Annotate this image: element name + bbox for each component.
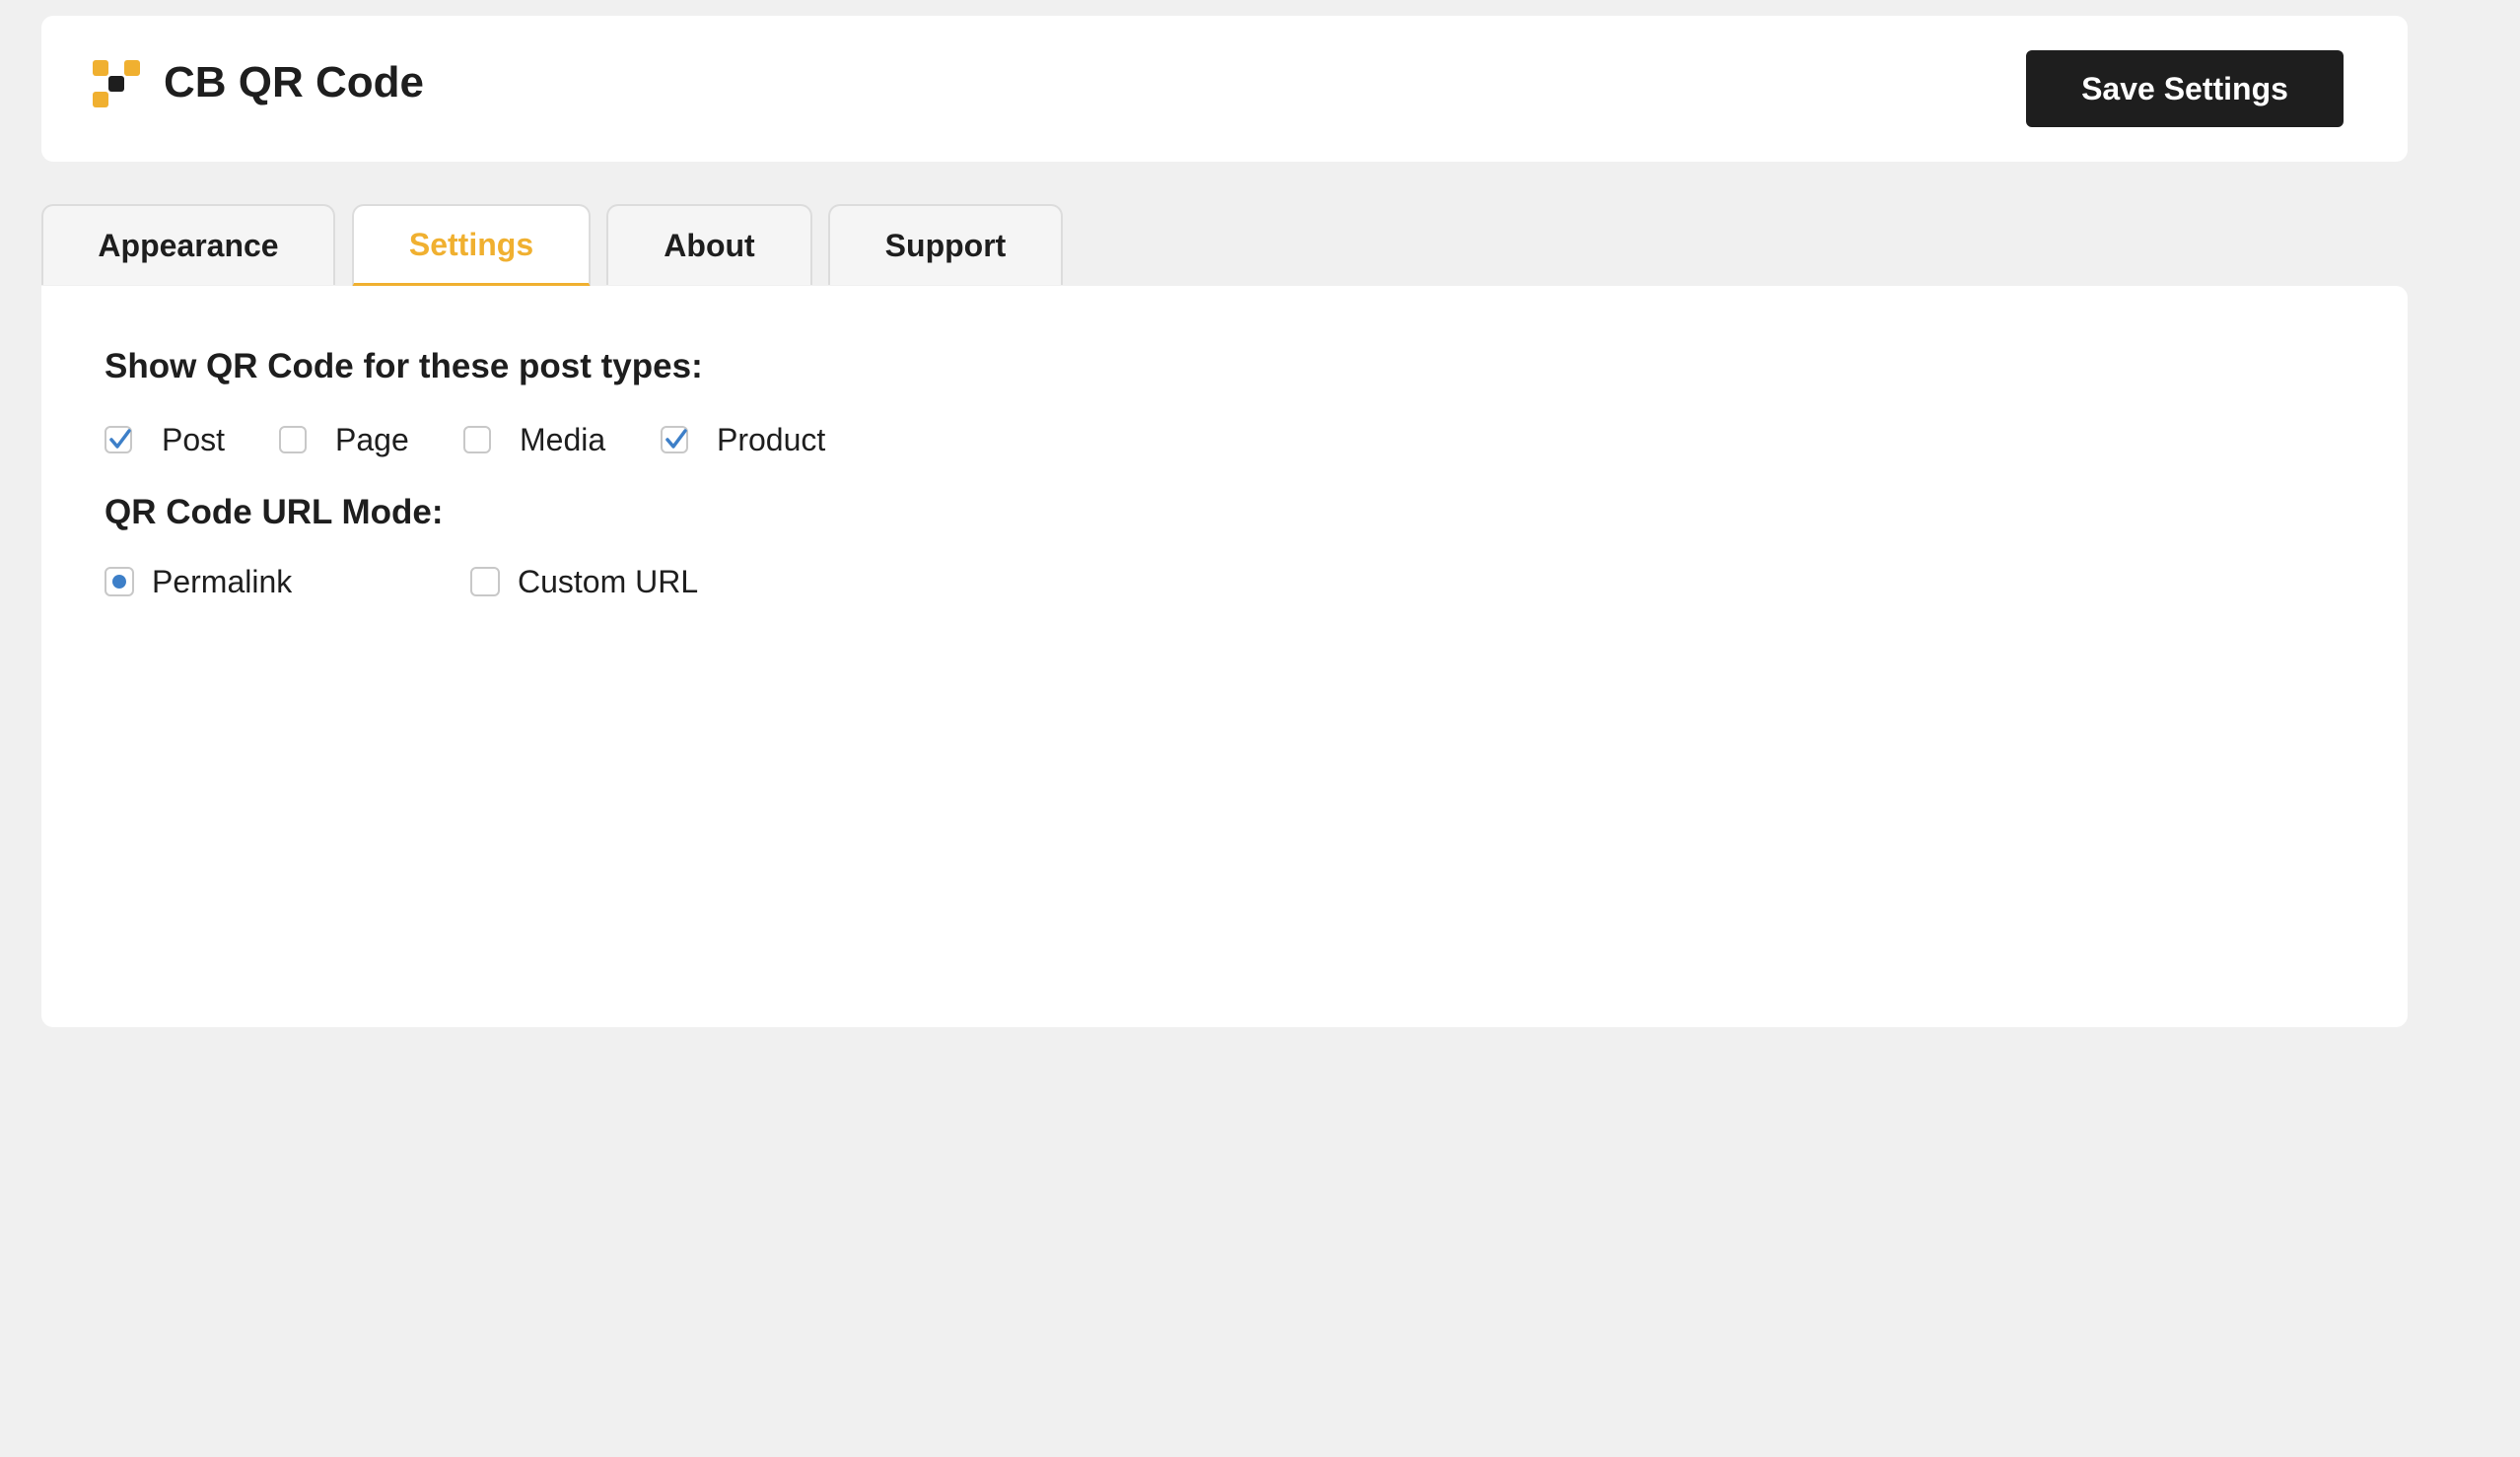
product-checkbox[interactable] xyxy=(661,426,688,453)
tab-settings[interactable]: Settings xyxy=(352,204,591,287)
url-mode-custom-url-option[interactable]: Custom URL xyxy=(470,566,698,597)
url-mode-permalink-option[interactable]: Permalink xyxy=(105,566,292,597)
tab-about[interactable]: About xyxy=(606,204,812,285)
tab-support[interactable]: Support xyxy=(828,204,1063,285)
post-type-page-option[interactable]: Page xyxy=(279,424,409,455)
media-checkbox[interactable] xyxy=(463,426,491,453)
custom-url-radio[interactable] xyxy=(470,567,500,596)
checkmark-icon xyxy=(109,429,131,449)
post-type-media-option[interactable]: Media xyxy=(463,424,605,455)
checkmark-icon xyxy=(665,429,687,449)
app-header: CB QR Code Save Settings xyxy=(41,16,2408,162)
save-settings-button[interactable]: Save Settings xyxy=(2026,50,2344,127)
post-checkbox[interactable] xyxy=(105,426,132,453)
settings-panel: Show QR Code for these post types: Post … xyxy=(41,286,2408,1027)
post-types-heading: Show QR Code for these post types: xyxy=(105,347,703,385)
page-label: Page xyxy=(335,422,409,457)
tab-appearance[interactable]: Appearance xyxy=(41,204,335,285)
custom-url-label: Custom URL xyxy=(518,564,699,599)
url-mode-heading: QR Code URL Mode: xyxy=(105,493,444,531)
permalink-label: Permalink xyxy=(152,564,293,599)
radio-selected-dot xyxy=(112,575,126,589)
product-label: Product xyxy=(717,422,826,457)
qr-code-icon xyxy=(93,60,144,111)
media-label: Media xyxy=(520,422,606,457)
page-checkbox[interactable] xyxy=(279,426,307,453)
app-title: CB QR Code xyxy=(164,58,424,106)
post-type-post-option[interactable]: Post xyxy=(105,424,225,455)
post-type-product-option[interactable]: Product xyxy=(661,424,825,455)
permalink-radio[interactable] xyxy=(105,567,134,596)
post-label: Post xyxy=(162,422,226,457)
